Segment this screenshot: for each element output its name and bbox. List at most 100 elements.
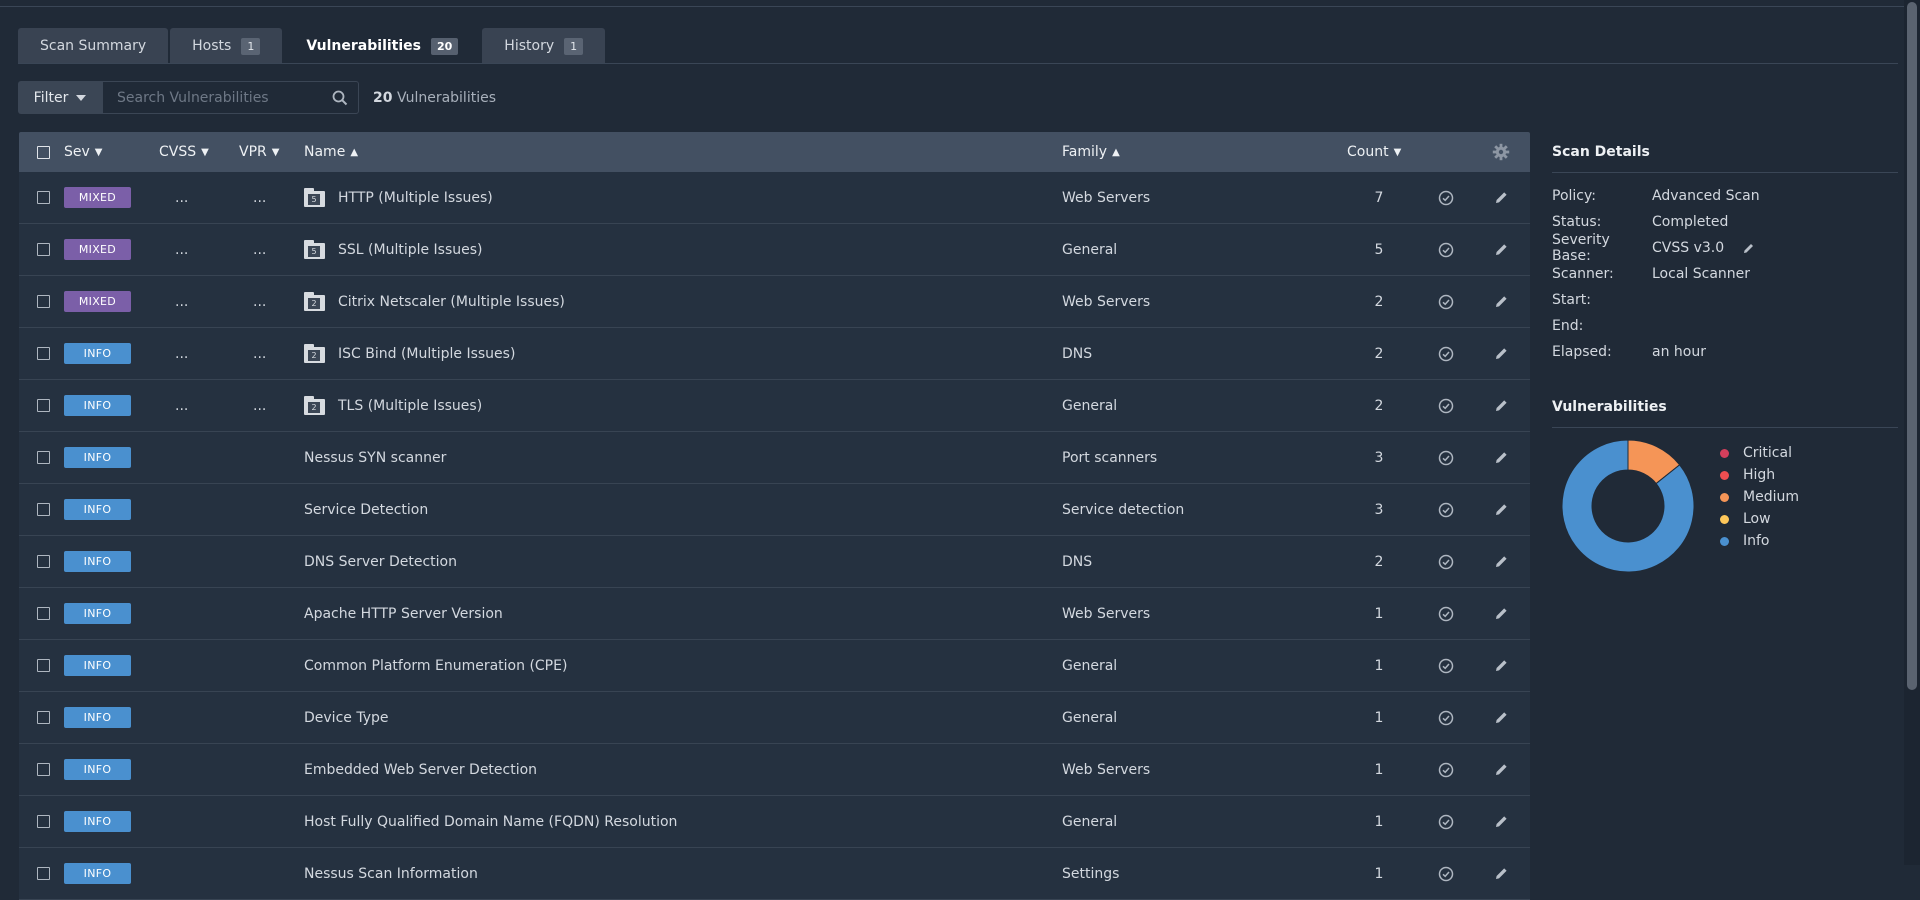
search-input[interactable] <box>115 88 332 107</box>
snooze-check-icon[interactable] <box>1438 502 1454 518</box>
edit-pencil-icon[interactable] <box>1494 346 1509 361</box>
name-cell: 5 HTTP (Multiple Issues) <box>304 188 493 207</box>
table-row[interactable]: INFO Service Detection Service detection 3 <box>19 484 1530 536</box>
edit-pencil-icon[interactable] <box>1494 762 1509 777</box>
search-icon[interactable] <box>332 90 348 106</box>
count-cell: 3 <box>1369 502 1389 518</box>
edit-pencil-icon[interactable] <box>1494 866 1509 881</box>
edit-pencil-icon[interactable] <box>1494 190 1509 205</box>
row-checkbox[interactable] <box>37 711 50 724</box>
filter-button[interactable]: Filter <box>18 81 102 114</box>
table-row[interactable]: MIXED...... 5 HTTP (Multiple Issues) Web Se… <box>19 172 1530 224</box>
edit-severity-base-icon[interactable] <box>1742 242 1755 255</box>
table-row[interactable]: INFO Embedded Web Server Detection Web Ser… <box>19 744 1530 796</box>
row-checkbox[interactable] <box>37 295 50 308</box>
scan-details-list: Policy: Advanced Scan Status: Completed … <box>1552 173 1898 365</box>
column-header-family[interactable]: Family ▲ <box>1062 144 1120 160</box>
table-row[interactable]: MIXED...... 2 Citrix Netscaler (Multiple I… <box>19 276 1530 328</box>
row-checkbox[interactable] <box>37 347 50 360</box>
search-box <box>102 81 359 114</box>
tab-vulnerabilities[interactable]: Vulnerabilities 20 <box>284 28 481 64</box>
vulnerability-name: TLS (Multiple Issues) <box>338 397 483 414</box>
table-row[interactable]: INFO Apache HTTP Server Version Web Server… <box>19 588 1530 640</box>
edit-pencil-icon[interactable] <box>1494 502 1509 517</box>
edit-pencil-icon[interactable] <box>1494 554 1509 569</box>
sort-desc-icon: ▼ <box>94 146 103 158</box>
table-row[interactable]: INFO...... 2 TLS (Multiple Issues) General 2 <box>19 380 1530 432</box>
count-cell: 1 <box>1369 762 1389 778</box>
vulnerability-name: Nessus Scan Information <box>304 865 478 882</box>
column-header-count[interactable]: Count ▼ <box>1347 144 1401 160</box>
table-row[interactable]: INFO Nessus SYN scanner Port scanners 3 <box>19 432 1530 484</box>
table-row[interactable]: MIXED...... 5 SSL (Multiple Issues) General… <box>19 224 1530 276</box>
snooze-check-icon[interactable] <box>1438 710 1454 726</box>
table-row[interactable]: INFO Common Platform Enumeration (CPE) Gen… <box>19 640 1530 692</box>
tab-underline <box>18 63 1898 64</box>
row-checkbox[interactable] <box>37 867 50 880</box>
snooze-check-icon[interactable] <box>1438 554 1454 570</box>
gear-icon[interactable] <box>1492 143 1510 161</box>
row-checkbox[interactable] <box>37 763 50 776</box>
tab-hosts[interactable]: Hosts 1 <box>170 28 283 64</box>
row-checkbox[interactable] <box>37 607 50 620</box>
tab-scan-summary[interactable]: Scan Summary <box>18 28 169 64</box>
vulnerability-count-number: 20 <box>373 89 393 106</box>
row-checkbox[interactable] <box>37 191 50 204</box>
snooze-check-icon[interactable] <box>1438 450 1454 466</box>
row-checkbox[interactable] <box>37 399 50 412</box>
table-row[interactable]: INFO...... 2 ISC Bind (Multiple Issues) DNS… <box>19 328 1530 380</box>
tab-history[interactable]: History 1 <box>482 28 606 64</box>
table-row[interactable]: INFO Host Fully Qualified Domain Name (FQ… <box>19 796 1530 848</box>
legend-dot <box>1720 470 1729 480</box>
table-row[interactable]: INFO Device Type General 1 <box>19 692 1530 744</box>
count-value: 3 <box>1374 501 1384 518</box>
edit-pencil-icon[interactable] <box>1494 294 1509 309</box>
vulnerability-name: Service Detection <box>304 501 429 518</box>
select-all-checkbox[interactable] <box>37 145 50 159</box>
folder-count: 5 <box>308 246 320 257</box>
snooze-check-icon[interactable] <box>1438 346 1454 362</box>
edit-pencil-icon[interactable] <box>1494 242 1509 257</box>
snooze-check-icon[interactable] <box>1438 606 1454 622</box>
count-cell: 2 <box>1369 554 1389 570</box>
scrollbar[interactable] <box>1904 0 1920 865</box>
row-checkbox[interactable] <box>37 243 50 256</box>
column-header-vpr[interactable]: VPR ▼ <box>239 144 279 160</box>
column-header-cvss[interactable]: CVSS ▼ <box>159 144 209 160</box>
legend-label: Low <box>1743 511 1771 527</box>
column-header-name[interactable]: Name ▲ <box>304 144 358 160</box>
count-value: 2 <box>1374 293 1384 310</box>
row-checkbox[interactable] <box>37 815 50 828</box>
scrollbar-thumb[interactable] <box>1907 2 1917 690</box>
snooze-check-icon[interactable] <box>1438 762 1454 778</box>
snooze-check-icon[interactable] <box>1438 814 1454 830</box>
family-cell: Service detection <box>1062 502 1184 518</box>
family-value: Port scanners <box>1062 449 1158 466</box>
table-row[interactable]: INFO DNS Server Detection DNS 2 <box>19 536 1530 588</box>
edit-pencil-icon[interactable] <box>1494 606 1509 621</box>
edit-pencil-icon[interactable] <box>1494 398 1509 413</box>
snooze-check-icon[interactable] <box>1438 294 1454 310</box>
cvss-cell: ... <box>175 242 188 258</box>
snooze-check-icon[interactable] <box>1438 190 1454 206</box>
edit-pencil-icon[interactable] <box>1494 450 1509 465</box>
row-checkbox[interactable] <box>37 503 50 516</box>
detail-value: CVSS v3.0 <box>1652 240 1755 256</box>
vpr-value: ... <box>253 345 267 362</box>
row-checkbox[interactable] <box>37 659 50 672</box>
detail-value-text: Advanced Scan <box>1652 188 1760 204</box>
snooze-check-icon[interactable] <box>1438 242 1454 258</box>
snooze-check-icon[interactable] <box>1438 658 1454 674</box>
vulnerability-count-suffix: Vulnerabilities <box>396 89 496 106</box>
table-row[interactable]: INFO Nessus Scan Information Settings 1 <box>19 848 1530 900</box>
name-cell: Device Type <box>304 710 389 726</box>
snooze-check-icon[interactable] <box>1438 398 1454 414</box>
edit-pencil-icon[interactable] <box>1494 814 1509 829</box>
row-checkbox[interactable] <box>37 451 50 464</box>
snooze-check-icon[interactable] <box>1438 866 1454 882</box>
row-checkbox[interactable] <box>37 555 50 568</box>
cvss-value: ... <box>175 189 189 206</box>
column-header-sev[interactable]: Sev ▼ <box>64 144 103 160</box>
edit-pencil-icon[interactable] <box>1494 710 1509 725</box>
edit-pencil-icon[interactable] <box>1494 658 1509 673</box>
